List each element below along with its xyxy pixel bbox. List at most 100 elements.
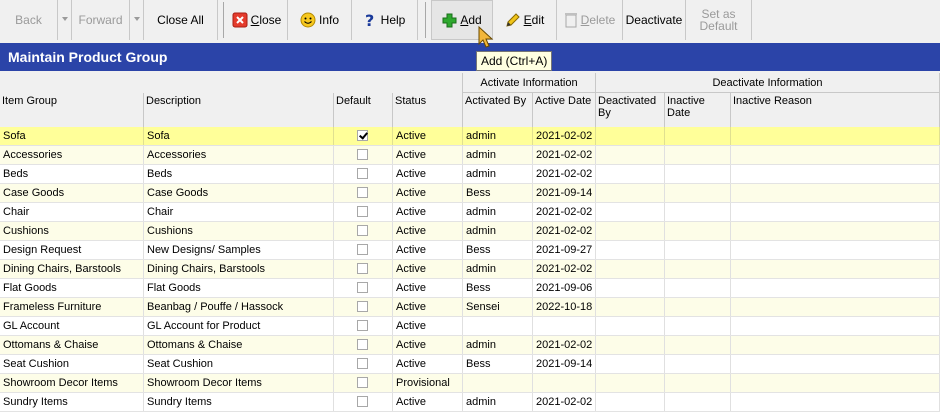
cell-inactive-date[interactable] <box>665 222 731 240</box>
table-row[interactable]: Frameless Furniture Beanbag / Pouffe / Ha… <box>0 298 940 317</box>
cell-status[interactable]: Active <box>393 298 463 316</box>
cell-inactive-reason[interactable] <box>731 393 940 411</box>
table-row[interactable]: Showroom Decor Items Showroom Decor Items… <box>0 374 940 393</box>
cell-deactivated-by[interactable] <box>596 146 665 164</box>
cell-inactive-date[interactable] <box>665 336 731 354</box>
table-row[interactable]: Design Request New Designs/ Samples Active… <box>0 241 940 260</box>
cell-inactive-date[interactable] <box>665 260 731 278</box>
cell-active-date[interactable]: 2021-09-14 <box>533 184 596 202</box>
cell-activated-by[interactable]: admin <box>463 222 533 240</box>
cell-status[interactable]: Active <box>393 336 463 354</box>
cell-deactivated-by[interactable] <box>596 203 665 221</box>
cell-description[interactable]: Flat Goods <box>144 279 334 297</box>
cell-inactive-reason[interactable] <box>731 203 940 221</box>
column-header-description[interactable]: Description <box>144 93 334 127</box>
default-checkbox[interactable] <box>357 187 368 198</box>
default-checkbox[interactable] <box>357 377 368 388</box>
table-row[interactable]: Beds Beds Active admin 2021-02-02 <box>0 165 940 184</box>
cell-active-date[interactable]: 2021-02-02 <box>533 127 596 145</box>
cell-inactive-reason[interactable] <box>731 260 940 278</box>
default-checkbox[interactable] <box>357 206 368 217</box>
cell-default[interactable] <box>334 279 393 297</box>
cell-deactivated-by[interactable] <box>596 317 665 335</box>
cell-active-date[interactable]: 2022-10-18 <box>533 298 596 316</box>
delete-button[interactable]: Delete <box>557 0 623 40</box>
cell-active-date[interactable]: 2021-09-14 <box>533 355 596 373</box>
cell-description[interactable]: Dining Chairs, Barstools <box>144 260 334 278</box>
column-header-default[interactable]: Default <box>334 93 393 127</box>
cell-activated-by[interactable]: admin <box>463 146 533 164</box>
column-header-activated-by[interactable]: Activated By <box>463 93 533 127</box>
cell-deactivated-by[interactable] <box>596 184 665 202</box>
cell-activated-by[interactable]: admin <box>463 127 533 145</box>
default-checkbox[interactable] <box>357 168 368 179</box>
cell-deactivated-by[interactable] <box>596 222 665 240</box>
default-checkbox[interactable] <box>357 301 368 312</box>
cell-activated-by[interactable]: Sensei <box>463 298 533 316</box>
cell-group[interactable]: Frameless Furniture <box>0 298 144 316</box>
table-row[interactable]: Ottomans & Chaise Ottomans & Chaise Active… <box>0 336 940 355</box>
column-header-status[interactable]: Status <box>393 93 463 127</box>
default-checkbox[interactable] <box>357 149 368 160</box>
cell-group[interactable]: GL Account <box>0 317 144 335</box>
cell-default[interactable] <box>334 260 393 278</box>
cell-inactive-date[interactable] <box>665 355 731 373</box>
column-header-deactivated-by[interactable]: Deactivated By <box>596 93 665 127</box>
cell-description[interactable]: Cushions <box>144 222 334 240</box>
cell-inactive-reason[interactable] <box>731 298 940 316</box>
cell-activated-by[interactable]: Bess <box>463 279 533 297</box>
cell-inactive-date[interactable] <box>665 146 731 164</box>
cell-group[interactable]: Flat Goods <box>0 279 144 297</box>
cell-default[interactable] <box>334 374 393 392</box>
cell-active-date[interactable]: 2021-02-02 <box>533 165 596 183</box>
cell-inactive-date[interactable] <box>665 393 731 411</box>
cell-inactive-reason[interactable] <box>731 127 940 145</box>
cell-status[interactable]: Active <box>393 203 463 221</box>
cell-group[interactable]: Seat Cushion <box>0 355 144 373</box>
cell-active-date[interactable]: 2021-02-02 <box>533 393 596 411</box>
table-row[interactable]: Dining Chairs, Barstools Dining Chairs, B… <box>0 260 940 279</box>
cell-inactive-date[interactable] <box>665 317 731 335</box>
cell-group[interactable]: Chair <box>0 203 144 221</box>
info-button[interactable]: Info <box>288 0 352 40</box>
cell-deactivated-by[interactable] <box>596 393 665 411</box>
column-header-inactive-reason[interactable]: Inactive Reason <box>731 93 940 127</box>
cell-inactive-date[interactable] <box>665 203 731 221</box>
table-row[interactable]: Accessories Accessories Active admin 2021-02… <box>0 146 940 165</box>
help-button[interactable]: ? Help <box>352 0 418 40</box>
cell-active-date[interactable]: 2021-02-02 <box>533 203 596 221</box>
cell-status[interactable]: Active <box>393 393 463 411</box>
cell-deactivated-by[interactable] <box>596 241 665 259</box>
cell-active-date[interactable]: 2021-02-02 <box>533 260 596 278</box>
cell-group[interactable]: Ottomans & Chaise <box>0 336 144 354</box>
cell-inactive-reason[interactable] <box>731 184 940 202</box>
cell-active-date[interactable]: 2021-09-06 <box>533 279 596 297</box>
cell-inactive-date[interactable] <box>665 127 731 145</box>
cell-activated-by[interactable]: admin <box>463 336 533 354</box>
cell-description[interactable]: Chair <box>144 203 334 221</box>
cell-activated-by[interactable]: Bess <box>463 355 533 373</box>
cell-status[interactable]: Active <box>393 260 463 278</box>
cell-activated-by[interactable] <box>463 374 533 392</box>
cell-deactivated-by[interactable] <box>596 127 665 145</box>
cell-default[interactable] <box>334 241 393 259</box>
cell-default[interactable] <box>334 127 393 145</box>
cell-status[interactable]: Provisional <box>393 374 463 392</box>
cell-group[interactable]: Cushions <box>0 222 144 240</box>
cell-inactive-reason[interactable] <box>731 317 940 335</box>
cell-activated-by[interactable]: admin <box>463 165 533 183</box>
cell-activated-by[interactable]: Bess <box>463 241 533 259</box>
cell-active-date[interactable]: 2021-02-02 <box>533 336 596 354</box>
cell-status[interactable]: Active <box>393 127 463 145</box>
cell-description[interactable]: Beds <box>144 165 334 183</box>
cell-deactivated-by[interactable] <box>596 374 665 392</box>
cell-inactive-date[interactable] <box>665 241 731 259</box>
cell-status[interactable]: Active <box>393 146 463 164</box>
cell-activated-by[interactable]: admin <box>463 203 533 221</box>
cell-description[interactable]: Seat Cushion <box>144 355 334 373</box>
default-checkbox[interactable] <box>357 358 368 369</box>
cell-status[interactable]: Active <box>393 222 463 240</box>
cell-default[interactable] <box>334 355 393 373</box>
cell-default[interactable] <box>334 393 393 411</box>
cell-inactive-reason[interactable] <box>731 279 940 297</box>
